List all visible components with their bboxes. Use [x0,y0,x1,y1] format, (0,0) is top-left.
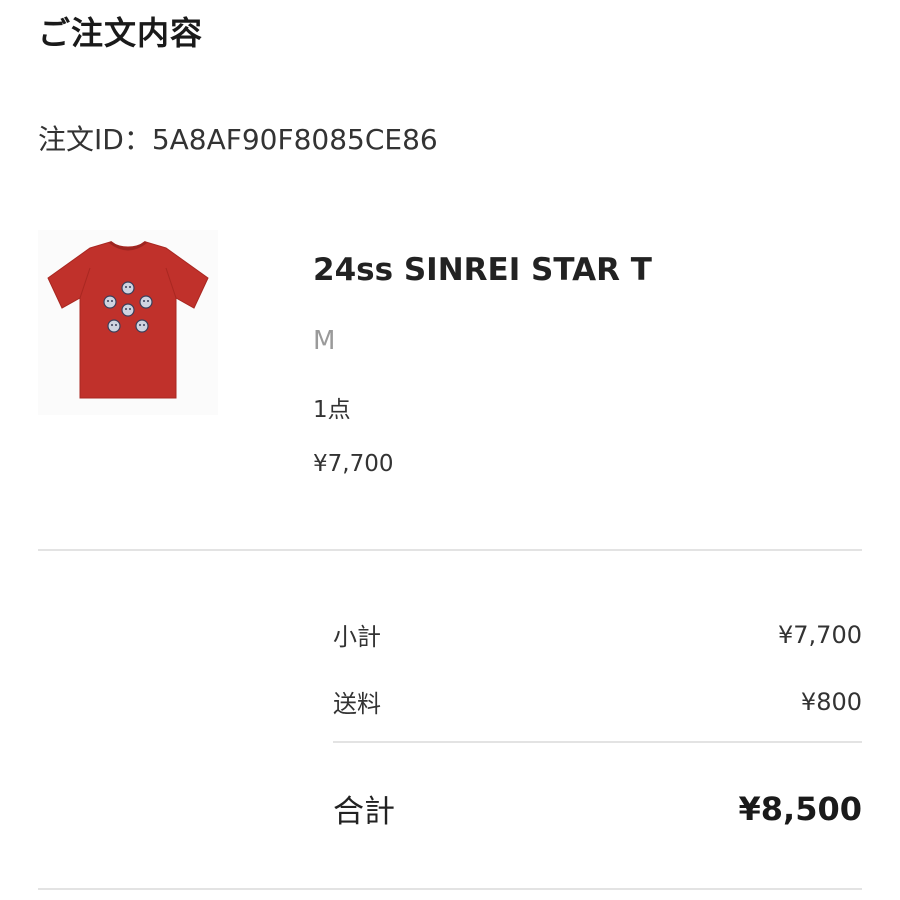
divider [38,888,862,890]
product-image[interactable] [38,230,218,415]
total-value: ¥8,500 [738,789,862,828]
shipping-row: 送料 ¥800 [333,684,862,719]
summary-divider [333,741,862,743]
shipping-value: ¥800 [800,687,862,716]
total-label: 合計 [333,794,395,830]
shipping-label: 送料 [333,690,381,718]
subtotal-label: 小計 [333,623,381,651]
subtotal-value: ¥7,700 [778,620,862,649]
red-tshirt-image [38,230,218,415]
total-row: 合計 ¥8,500 [333,786,862,831]
order-summary: 小計 ¥7,700 送料 ¥800 合計 ¥8,500 [333,0,862,900]
page-title: ご注文内容 [38,14,204,52]
subtotal-row: 小計 ¥7,700 [333,617,862,652]
